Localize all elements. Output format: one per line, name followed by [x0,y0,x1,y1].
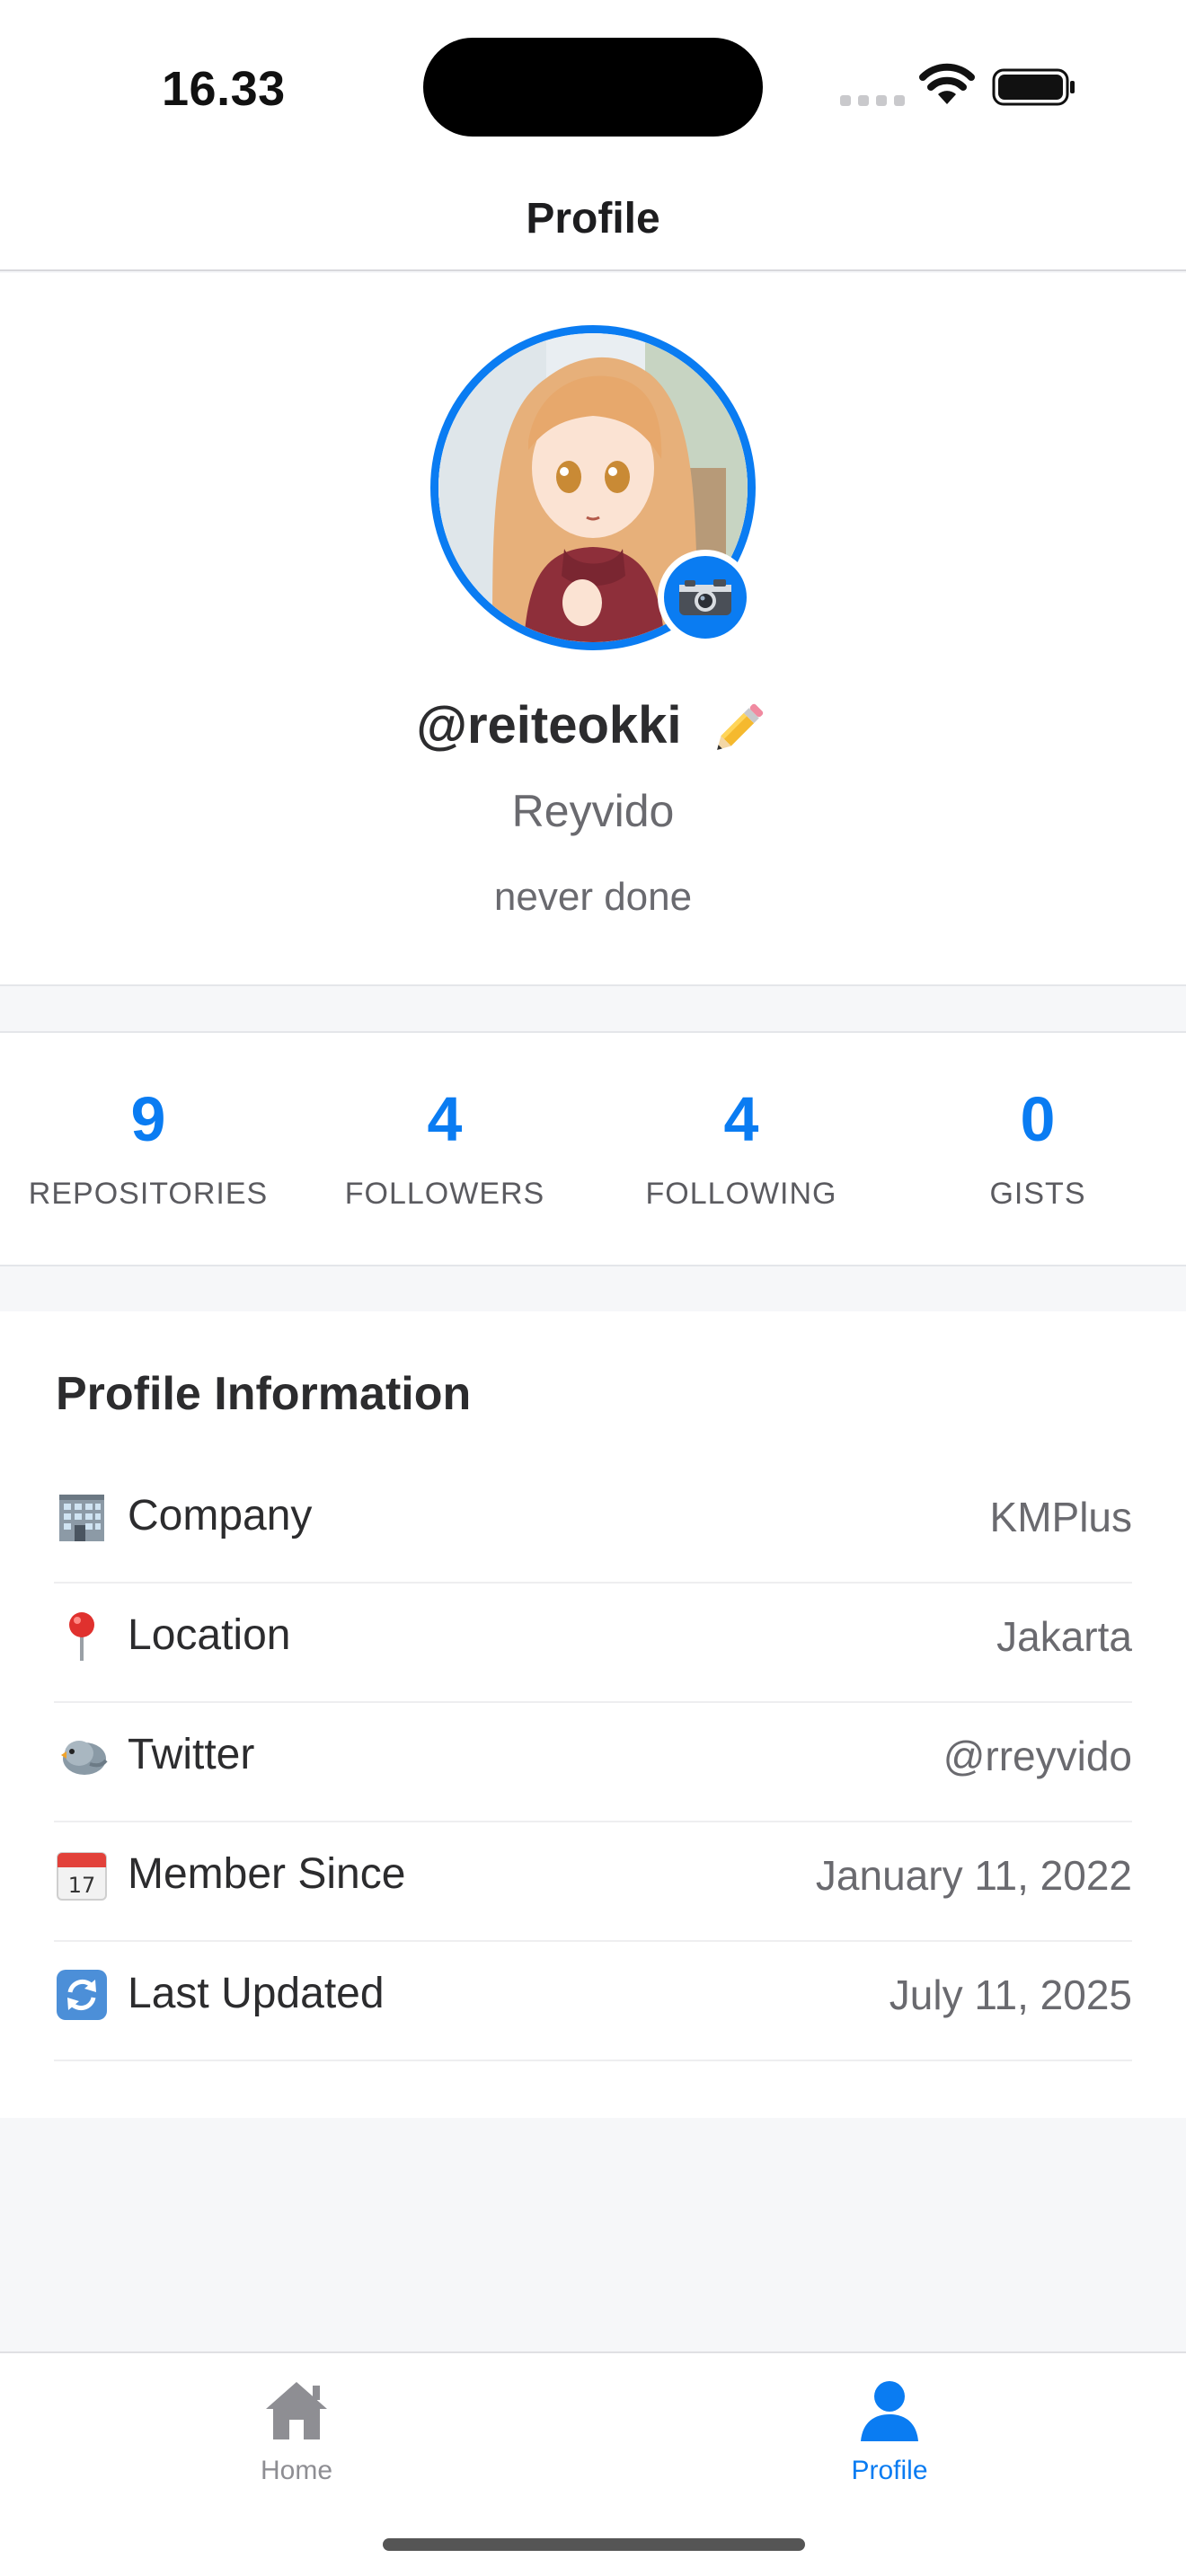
stat-label: REPOSITORIES [28,1177,269,1211]
camera-icon [679,579,731,615]
page-title: Profile [526,195,660,243]
stat-value: 0 [1020,1084,1056,1154]
stat-label: GISTS [989,1177,1086,1211]
info-row-company: Company KMPlus [54,1464,1132,1584]
office-building-icon [59,1495,104,1541]
info-value: Jakarta [996,1613,1132,1660]
stat-label: FOLLOWING [645,1177,837,1211]
stat-gists[interactable]: 0 GISTS [890,1033,1186,1268]
username-row: @reiteokki [0,695,1186,755]
profile-screen: 16.33 Profile @reiteokki Reyvido never d… [0,0,1186,2576]
map-pin-icon [69,1612,94,1661]
battery-icon [992,68,1075,106]
person-icon [861,2381,918,2441]
info-value: January 11, 2022 [815,1852,1132,1899]
tab-profile[interactable]: Profile [755,2369,1024,2504]
info-value: July 11, 2025 [889,1972,1132,2018]
display-name: Reyvido [511,786,675,836]
tab-label: Home [260,2456,333,2485]
info-row-twitter[interactable]: Twitter @rreyvido [54,1703,1132,1822]
info-row-location: Location Jakarta [54,1584,1132,1703]
stat-label: FOLLOWERS [344,1177,545,1211]
info-label: Location [128,1611,291,1659]
wifi-icon [919,63,975,104]
info-row-member-since: 17 Member Since January 11, 2022 [54,1822,1132,1942]
info-label: Member Since [128,1850,406,1898]
info-row-last-updated: Last Updated July 11, 2025 [54,1942,1132,2061]
stat-value: 4 [427,1084,463,1154]
change-avatar-button[interactable] [658,550,753,645]
stat-followers[interactable]: 4 FOLLOWERS [296,1033,593,1268]
info-value[interactable]: @rreyvido [943,1732,1132,1780]
stat-value: 9 [130,1084,166,1154]
house-icon [266,2382,327,2439]
profile-card: @reiteokki Reyvido never done [0,273,1186,986]
stat-repositories[interactable]: 9 REPOSITORIES [0,1033,296,1268]
stat-following[interactable]: 4 FOLLOWING [593,1033,890,1268]
dynamic-island [423,38,763,137]
info-label: Twitter [128,1731,255,1778]
refresh-icon [57,1970,107,2020]
calendar-icon: 17 [57,1852,107,1901]
bird-icon [61,1741,108,1775]
status-bar: 16.33 [0,0,1186,171]
navigation-header: Profile [0,171,1186,271]
stat-value: 4 [723,1084,759,1154]
tab-label: Profile [851,2456,928,2485]
stats-card: 9 REPOSITORIES 4 FOLLOWERS 4 FOLLOWING 0… [0,1031,1186,1266]
svg-text:17: 17 [68,1873,96,1898]
cellular-signal-icon [840,95,905,106]
username: @reiteokki [416,696,682,754]
info-label: Last Updated [128,1970,385,2017]
status-time: 16.33 [162,62,286,116]
bio-text: never done [493,875,693,919]
pencil-icon[interactable] [712,697,770,754]
profile-information-card: Profile Information Company KMPlus Locat… [0,1311,1186,2118]
info-value: KMPlus [989,1494,1132,1540]
home-indicator[interactable] [383,2538,805,2551]
info-label: Company [128,1492,313,1539]
tab-home[interactable]: Home [162,2369,431,2504]
section-title: Profile Information [56,1368,472,1420]
